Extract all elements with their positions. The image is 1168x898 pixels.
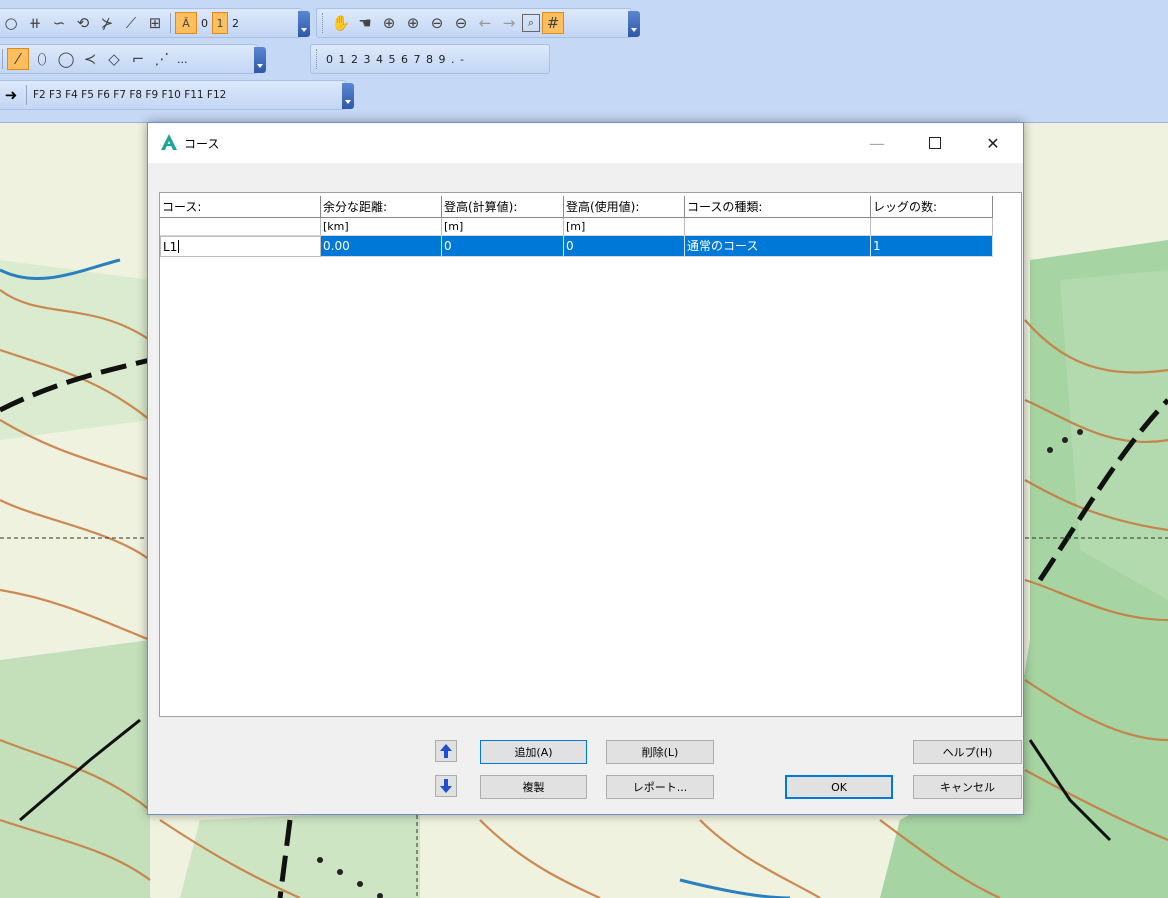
table-row[interactable]: L1 0.00 0 0 通常のコース 1 [160, 236, 993, 257]
function-keys[interactable]: F2 F3 F4 F5 F6 F7 F8 F9 F10 F11 F12 [30, 89, 229, 101]
layer-1-button[interactable]: 1 [212, 12, 228, 34]
separator [2, 49, 3, 69]
cut-tool-icon[interactable]: ⧺ [24, 12, 46, 34]
polygon-tool-icon[interactable]: ◇ [103, 48, 125, 70]
layer-1-label: 1 [216, 16, 224, 30]
zoom-window-icon[interactable]: ⌕ [522, 14, 540, 32]
circle-tool-icon[interactable]: ○ [0, 12, 22, 34]
toolbar-grip[interactable] [316, 49, 320, 69]
separator [26, 85, 27, 105]
close-icon: ✕ [986, 133, 1000, 153]
duplicate-button[interactable]: 複製 [480, 775, 587, 799]
arrow-left-icon[interactable]: ← [474, 12, 496, 34]
column-header-course-type[interactable]: コースの種類: [685, 196, 871, 218]
unit-cell [160, 218, 321, 236]
course-name-value: L1 [163, 240, 178, 254]
curve-tool-icon[interactable]: ≺ [79, 48, 101, 70]
course-dialog: コース — ✕ コース: 余分な距離: 登高(計算値): 登高(使用値): コー… [147, 122, 1024, 815]
rotate-tool-icon[interactable]: ⟲ [72, 12, 94, 34]
hand-pan-icon[interactable]: ✋ [330, 12, 352, 34]
join-tool-icon[interactable]: ⊁ [96, 12, 118, 34]
drawing-toolbar: ○ ⧺ ∽ ⟲ ⊁ ⟋ ⊞ Ā 0 1 2 [0, 8, 310, 38]
grid-icon[interactable]: # [542, 12, 564, 34]
arrow-down-icon [440, 779, 452, 793]
climb-used-cell[interactable]: 0 [564, 236, 685, 257]
smooth-tool-icon[interactable]: ∽ [48, 12, 70, 34]
maximize-icon [929, 137, 941, 149]
dialog-title: コース [184, 137, 220, 151]
number-keys[interactable]: 0 1 2 3 4 5 6 7 8 9 . - [323, 53, 468, 66]
zoom-out-alt-icon[interactable]: ⊖ [450, 12, 472, 34]
minimize-icon: — [869, 133, 885, 153]
separator [170, 13, 171, 33]
climb-calculated-cell[interactable]: 0 [442, 236, 564, 257]
column-header-extra-distance[interactable]: 余分な距離: [321, 196, 442, 218]
column-header-course[interactable]: コース: [160, 196, 321, 218]
unit-cell-m: [m] [442, 218, 564, 236]
maximize-button[interactable] [912, 123, 958, 163]
ok-button[interactable]: OK [785, 775, 893, 799]
delete-button[interactable]: 削除(L) [606, 740, 714, 764]
function-key-toolbar: ➜ F2 F3 F4 F5 F6 F7 F8 F9 F10 F11 F12 [0, 80, 354, 110]
cancel-button[interactable]: キャンセル [913, 775, 1022, 799]
zoom-in-alt-icon[interactable]: ⊕ [402, 12, 424, 34]
toolbar-options-chevron[interactable] [254, 47, 266, 73]
split-tool-icon[interactable]: ⟋ [120, 12, 142, 34]
text-tool-icon[interactable]: ⊞ [144, 12, 166, 34]
course-name-editor[interactable]: L1 [160, 236, 321, 257]
add-button[interactable]: 追加(A) [480, 740, 587, 764]
zoom-out-icon[interactable]: ⊖ [426, 12, 448, 34]
column-header-climb-calculated[interactable]: 登高(計算値): [442, 196, 564, 218]
help-button[interactable]: ヘルプ(H) [913, 740, 1022, 764]
unit-cell [871, 218, 993, 236]
ellipse-tool-icon[interactable]: ⬯ [31, 48, 53, 70]
unit-cell-m: [m] [564, 218, 685, 236]
unit-cell [685, 218, 871, 236]
toolbar-options-chevron[interactable] [628, 11, 640, 37]
minimize-button[interactable]: — [854, 123, 900, 163]
extra-distance-cell[interactable]: 0.00 [321, 236, 442, 257]
table-unit-row: [km] [m] [m] [160, 218, 993, 236]
table-header-row: コース: 余分な距離: 登高(計算値): 登高(使用値): コースの種類: レッ… [160, 196, 993, 218]
symbol-tool-icon[interactable]: Ā [175, 12, 197, 34]
freehand-tool-icon[interactable]: ⋰ [151, 48, 173, 70]
circle-draw-tool-icon[interactable]: ◯ [55, 48, 77, 70]
zoom-in-icon[interactable]: ⊕ [378, 12, 400, 34]
toolbar-area: ○ ⧺ ∽ ⟲ ⊁ ⟋ ⊞ Ā 0 1 2 ✋ ☚ ⊕ ⊕ ⊖ ⊖ ← → ⌕ … [0, 0, 1168, 123]
toolbar-options-chevron[interactable] [342, 83, 354, 109]
text-caret [178, 240, 180, 253]
unit-cell-km: [km] [321, 218, 442, 236]
course-table[interactable]: コース: 余分な距離: 登高(計算値): 登高(使用値): コースの種類: レッ… [159, 192, 1022, 717]
toolbar-options-chevron[interactable] [298, 11, 310, 37]
shape-toolbar: ⁄ ⬯ ◯ ≺ ◇ ⌐ ⋰ ... [0, 44, 266, 74]
dialog-titlebar[interactable]: コース — ✕ [148, 123, 1023, 163]
app-logo-icon [161, 134, 177, 150]
more-tools-button[interactable]: ... [174, 53, 191, 66]
toolbar-grip[interactable] [322, 13, 326, 33]
number-toolbar: 0 1 2 3 4 5 6 7 8 9 . - [310, 44, 550, 74]
course-type-cell[interactable]: 通常のコース [685, 236, 871, 257]
arrow-right-icon[interactable]: ➜ [0, 84, 22, 106]
arrow-up-icon [440, 744, 452, 758]
report-button[interactable]: レポート... [606, 775, 714, 799]
close-button[interactable]: ✕ [970, 123, 1016, 163]
hand-pan-alt-icon[interactable]: ☚ [354, 12, 376, 34]
move-down-button[interactable] [435, 775, 457, 797]
rectangle-tool-icon[interactable]: ⌐ [127, 48, 149, 70]
column-header-climb-used[interactable]: 登高(使用値): [564, 196, 685, 218]
layer-0-button[interactable]: 0 [198, 17, 211, 30]
column-header-leg-count[interactable]: レッグの数: [871, 196, 993, 218]
layer-2-button[interactable]: 2 [229, 17, 242, 30]
move-up-button[interactable] [435, 740, 457, 762]
straight-line-tool-icon[interactable]: ⁄ [7, 48, 29, 70]
leg-count-cell[interactable]: 1 [871, 236, 993, 257]
view-toolbar: ✋ ☚ ⊕ ⊕ ⊖ ⊖ ← → ⌕ # [316, 8, 640, 38]
arrow-right-icon[interactable]: → [498, 12, 520, 34]
